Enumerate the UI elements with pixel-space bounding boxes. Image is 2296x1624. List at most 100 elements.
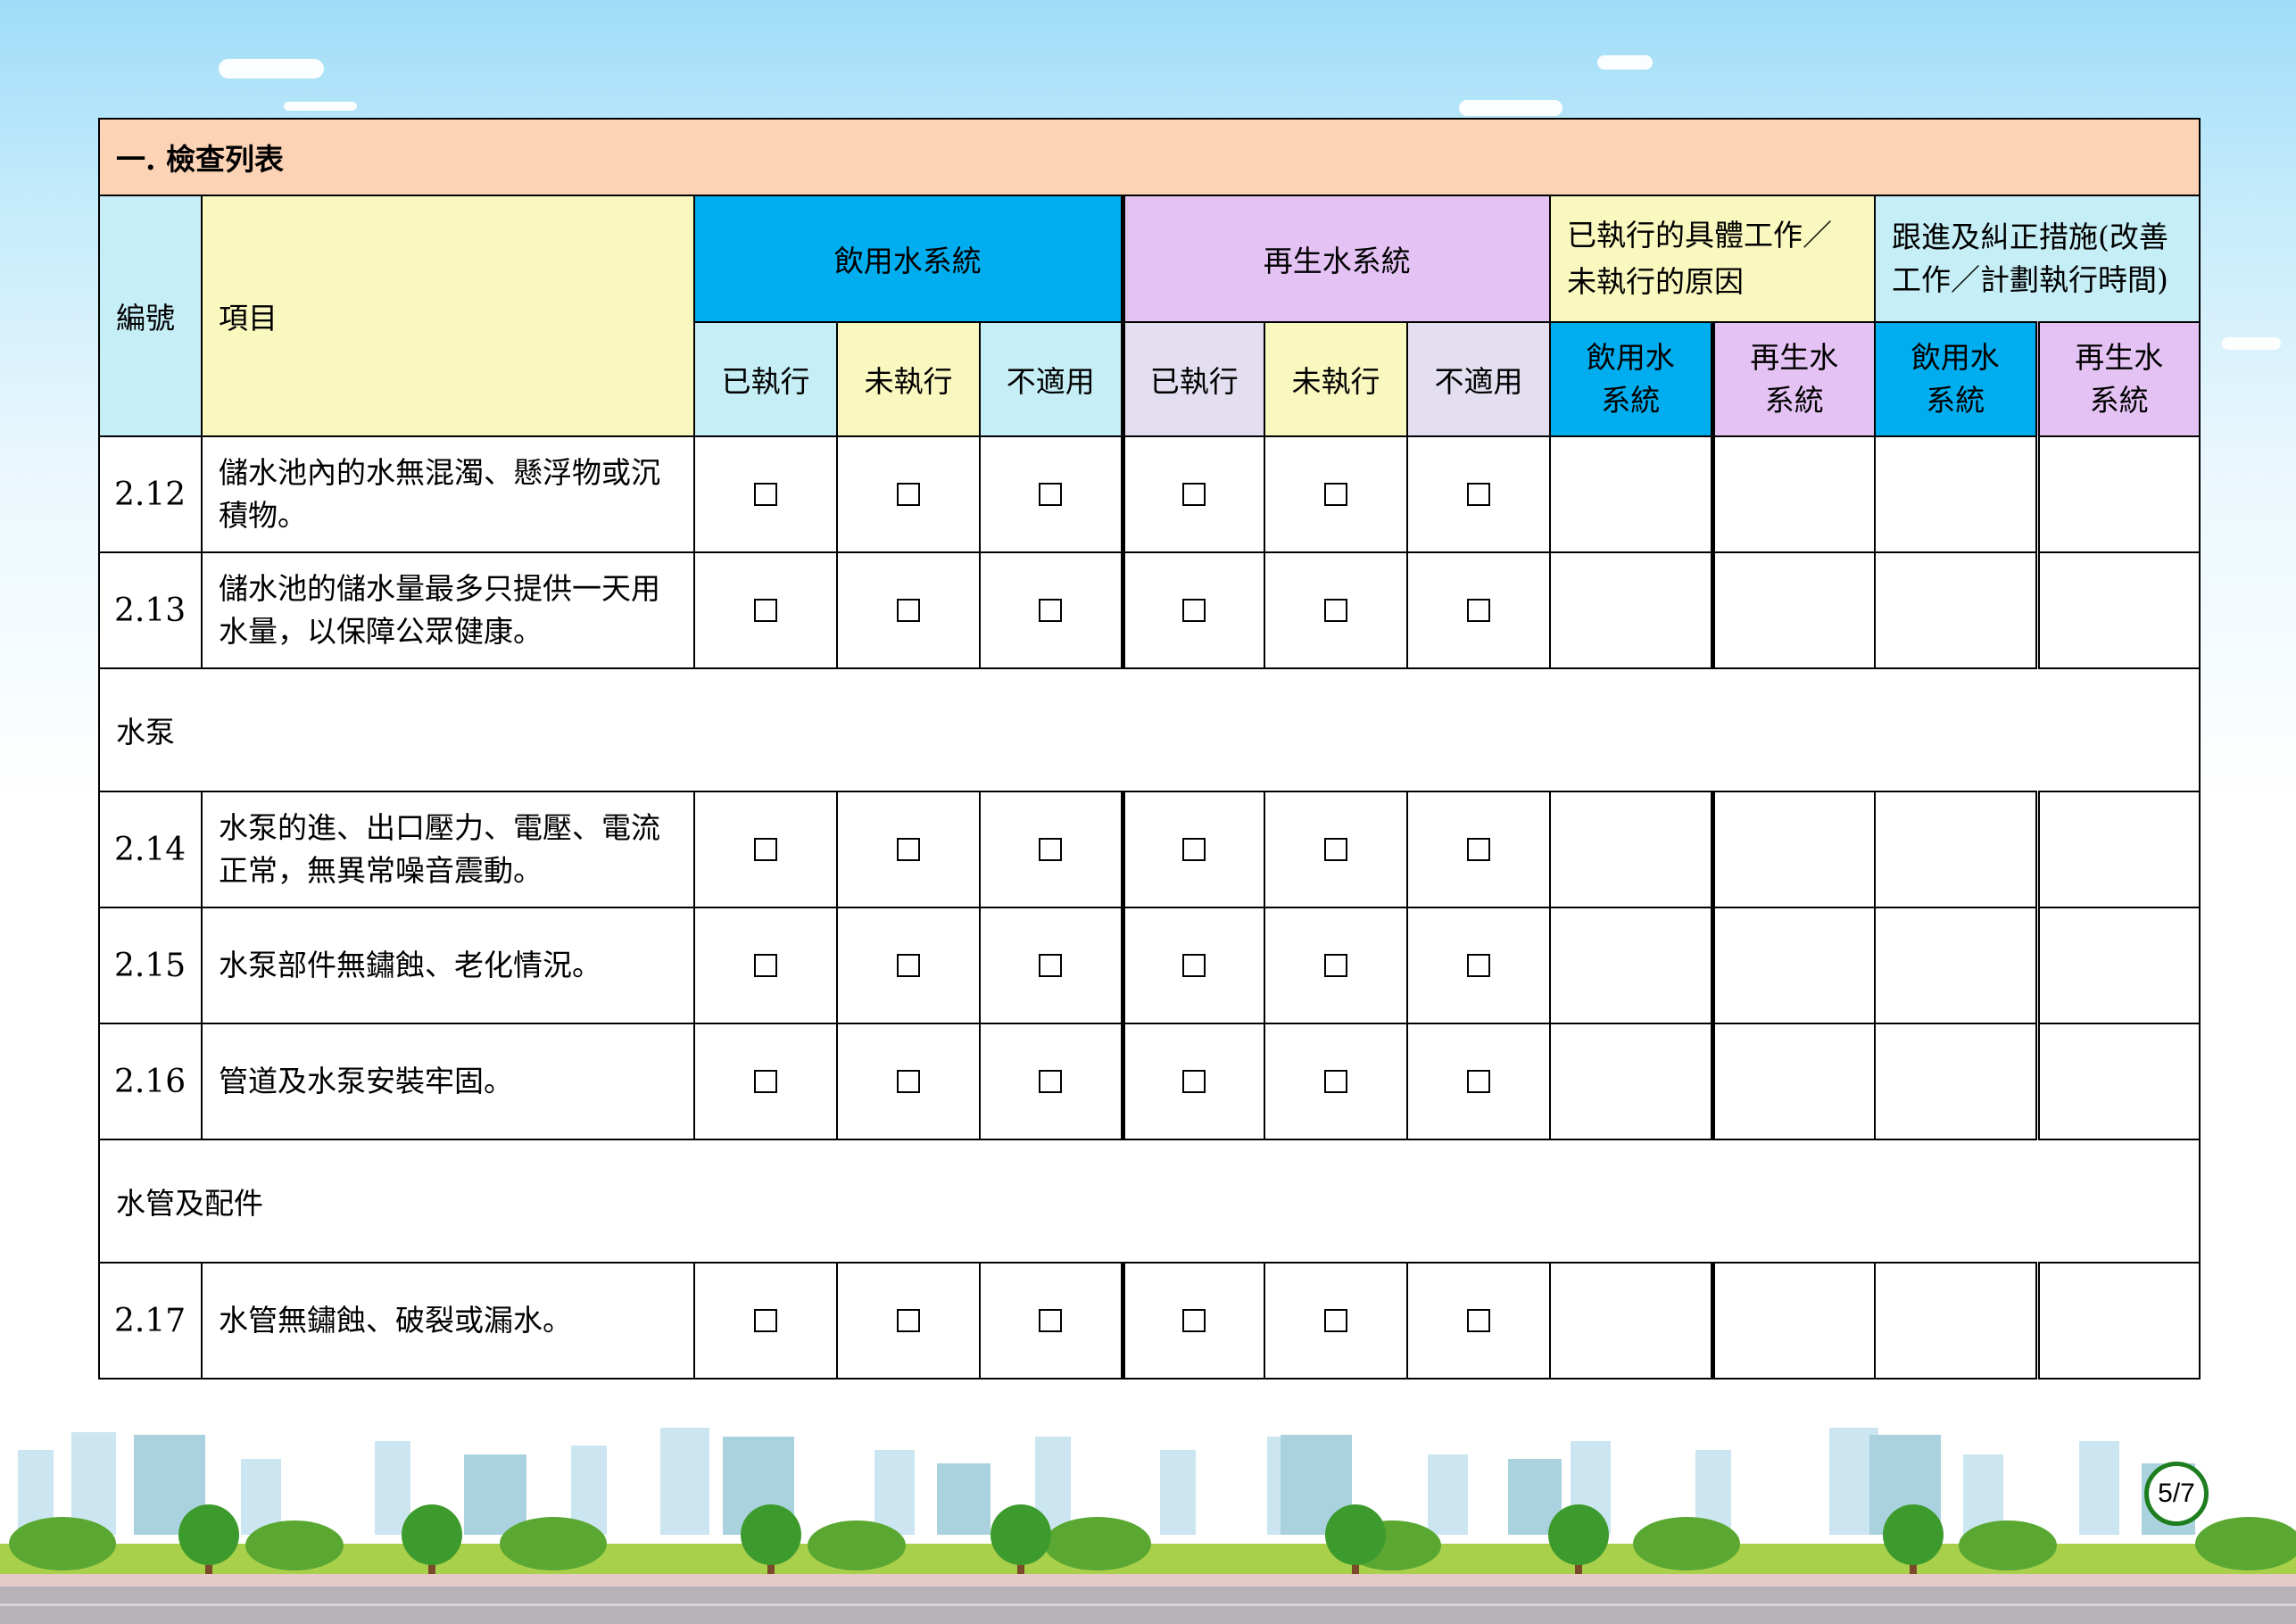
reason-potable-field[interactable] [1549, 1023, 1713, 1140]
checkbox-cell[interactable] [836, 1262, 981, 1380]
checkbox-cell[interactable] [836, 907, 981, 1024]
checkbox-cell[interactable] [1406, 791, 1551, 908]
checkbox-cell[interactable] [836, 1023, 981, 1140]
checkbox-cell[interactable] [1120, 1262, 1265, 1380]
checkbox-cell[interactable] [1264, 1262, 1408, 1380]
checkbox[interactable] [1324, 838, 1347, 861]
checkbox-cell[interactable] [1264, 435, 1408, 553]
checkbox[interactable] [897, 599, 920, 622]
checkbox[interactable] [1324, 1309, 1347, 1332]
checkbox[interactable] [1467, 599, 1490, 622]
follow-potable-field[interactable] [1874, 435, 2038, 553]
follow-recycled-field[interactable] [2035, 1023, 2201, 1140]
checkbox-cell[interactable] [979, 791, 1123, 908]
checkbox[interactable] [1467, 483, 1490, 506]
checkbox-cell[interactable] [1120, 907, 1265, 1024]
checkbox-cell[interactable] [836, 551, 981, 669]
checkbox[interactable] [754, 483, 777, 506]
checkbox-cell[interactable] [1264, 907, 1408, 1024]
checkbox[interactable] [1467, 1309, 1490, 1332]
checkbox-cell[interactable] [693, 907, 838, 1024]
item-description: 水管無鏽蝕、破裂或漏水。 [201, 1262, 695, 1380]
checkbox-cell[interactable] [693, 435, 838, 553]
checkbox-cell[interactable] [979, 1262, 1123, 1380]
checkbox-cell[interactable] [979, 907, 1123, 1024]
checkbox[interactable] [754, 1070, 777, 1093]
reason-potable-field[interactable] [1549, 435, 1713, 553]
checkbox-cell[interactable] [693, 791, 838, 908]
checkbox[interactable] [1039, 838, 1063, 861]
reason-potable-field[interactable] [1549, 907, 1713, 1024]
checkbox[interactable] [754, 599, 777, 622]
table-row: 2.16 管道及水泵安裝牢固。 [98, 1023, 2201, 1140]
checkbox-cell[interactable] [1264, 1023, 1408, 1140]
checkbox[interactable] [897, 483, 920, 506]
checkbox[interactable] [1182, 838, 1206, 861]
follow-potable-field[interactable] [1874, 551, 2038, 669]
follow-potable-field[interactable] [1874, 907, 2038, 1024]
checkbox-cell[interactable] [693, 551, 838, 669]
checkbox[interactable] [1324, 1070, 1347, 1093]
checkbox[interactable] [754, 1309, 777, 1332]
checkbox[interactable] [1182, 483, 1206, 506]
follow-recycled-field[interactable] [2035, 435, 2201, 553]
checkbox-cell[interactable] [1120, 435, 1265, 553]
follow-recycled-field[interactable] [2035, 551, 2201, 669]
checkbox[interactable] [754, 954, 777, 977]
checkbox[interactable] [1182, 599, 1206, 622]
header-reason: 已執行的具體工作／未執行的原因 [1549, 195, 1876, 323]
checkbox-cell[interactable] [1120, 1023, 1265, 1140]
checkbox[interactable] [1182, 954, 1206, 977]
checkbox[interactable] [1324, 599, 1347, 622]
checkbox-cell[interactable] [1406, 1023, 1551, 1140]
checkbox-cell[interactable] [693, 1262, 838, 1380]
checkbox[interactable] [1039, 599, 1063, 622]
reason-recycled-field[interactable] [1710, 907, 1876, 1024]
checkbox-cell[interactable] [979, 1023, 1123, 1140]
reason-potable-field[interactable] [1549, 791, 1713, 908]
checkbox[interactable] [1039, 483, 1063, 506]
checkbox[interactable] [1467, 838, 1490, 861]
checkbox[interactable] [1467, 1070, 1490, 1093]
checkbox[interactable] [1039, 1070, 1063, 1093]
reason-potable-field[interactable] [1549, 551, 1713, 669]
checkbox[interactable] [1182, 1309, 1206, 1332]
reason-recycled-field[interactable] [1710, 435, 1876, 553]
checkbox-cell[interactable] [979, 551, 1123, 669]
checkbox-cell[interactable] [836, 435, 981, 553]
checkbox[interactable] [1467, 954, 1490, 977]
checkbox[interactable] [1324, 954, 1347, 977]
follow-potable-field[interactable] [1874, 1023, 2038, 1140]
checkbox-cell[interactable] [979, 435, 1123, 553]
checkbox[interactable] [754, 838, 777, 861]
follow-recycled-field[interactable] [2035, 791, 2201, 908]
reason-potable-field[interactable] [1549, 1262, 1713, 1380]
checkbox-cell[interactable] [1406, 1262, 1551, 1380]
checkbox-cell[interactable] [1264, 551, 1408, 669]
follow-potable-field[interactable] [1874, 1262, 2038, 1380]
checkbox[interactable] [897, 1309, 920, 1332]
reason-recycled-field[interactable] [1710, 1262, 1876, 1380]
follow-recycled-field[interactable] [2035, 907, 2201, 1024]
checkbox[interactable] [897, 954, 920, 977]
checkbox[interactable] [897, 838, 920, 861]
checkbox-cell[interactable] [836, 791, 981, 908]
reason-recycled-field[interactable] [1710, 791, 1876, 908]
checkbox-cell[interactable] [1264, 791, 1408, 908]
checkbox-cell[interactable] [1406, 551, 1551, 669]
checkbox-cell[interactable] [1120, 551, 1265, 669]
reason-recycled-field[interactable] [1710, 1023, 1876, 1140]
subheader-label: 飲用水系統 [1911, 340, 2000, 418]
checkbox[interactable] [1039, 1309, 1063, 1332]
checkbox[interactable] [897, 1070, 920, 1093]
checkbox[interactable] [1039, 954, 1063, 977]
checkbox-cell[interactable] [693, 1023, 838, 1140]
checkbox[interactable] [1182, 1070, 1206, 1093]
checkbox-cell[interactable] [1120, 791, 1265, 908]
checkbox-cell[interactable] [1406, 907, 1551, 1024]
follow-potable-field[interactable] [1874, 791, 2038, 908]
checkbox[interactable] [1324, 483, 1347, 506]
follow-recycled-field[interactable] [2035, 1262, 2201, 1380]
checkbox-cell[interactable] [1406, 435, 1551, 553]
reason-recycled-field[interactable] [1710, 551, 1876, 669]
